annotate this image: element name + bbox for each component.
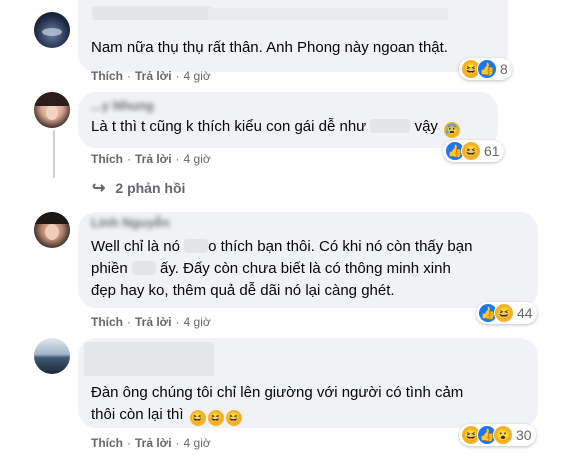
reaction-summary[interactable]: 👍 😆 61 bbox=[443, 140, 504, 162]
reply-arrow-icon: ↪ bbox=[92, 180, 106, 197]
comment-text-part: ấy. Đấy còn chưa biết là có thông minh x… bbox=[160, 260, 451, 277]
timestamp[interactable]: 4 giờ bbox=[184, 152, 211, 166]
laughing-emoji-icon: 😆 bbox=[207, 410, 224, 426]
avatar[interactable] bbox=[34, 338, 70, 374]
laughing-emoji-icon: 😆 bbox=[189, 410, 206, 426]
comment-text-part: phiền bbox=[91, 260, 128, 277]
avatar[interactable] bbox=[34, 212, 70, 248]
comment-text-part: Là t thì t cũng k thích kiểu con gái dễ … bbox=[91, 118, 367, 135]
timestamp[interactable]: 4 giờ bbox=[184, 436, 211, 450]
comment-bubble: Linh Nguyễn Well chỉ là nó o thích bạn t… bbox=[78, 212, 538, 308]
redacted-word bbox=[184, 239, 209, 253]
comment-text-line: Đàn ông chúng tôi chỉ lên giường với ngư… bbox=[91, 384, 464, 401]
view-replies-link[interactable]: ↪ 2 phản hồi bbox=[92, 178, 185, 198]
haha-icon: 😆 bbox=[461, 141, 481, 161]
comment-actions: Thích · Trả lời · 4 giờ bbox=[91, 152, 211, 166]
laughing-emoji-icon: 😆 bbox=[225, 410, 242, 426]
comment-text-part: thôi còn lại thì bbox=[91, 406, 184, 423]
redacted-name bbox=[84, 342, 214, 376]
thread-line bbox=[53, 176, 83, 178]
like-icon: 👍 bbox=[477, 59, 497, 79]
comment-text-line: thôi còn lại thì 😆 😆 😆 bbox=[91, 404, 242, 426]
like-link[interactable]: Thích bbox=[91, 436, 123, 450]
thread-line bbox=[53, 130, 55, 178]
sad-emoji-icon: 😰 bbox=[444, 122, 461, 138]
like-link[interactable]: Thích bbox=[91, 315, 123, 329]
reply-link[interactable]: Trả lời bbox=[135, 315, 172, 329]
timestamp[interactable]: 4 giờ bbox=[184, 315, 211, 329]
like-link[interactable]: Thích bbox=[91, 69, 123, 83]
comment-text: Là t thì t cũng k thích kiểu con gái dễ … bbox=[91, 116, 461, 138]
reaction-count: 30 bbox=[516, 427, 532, 443]
reaction-count: 44 bbox=[517, 305, 533, 321]
comment-text: Nam nữa thụ thụ rất thân. Anh Phong này … bbox=[91, 39, 448, 56]
replies-count: 2 phản hồi bbox=[115, 180, 186, 196]
comment-text-line: Well chỉ là nó o thích bạn thôi. Có khi … bbox=[91, 236, 472, 258]
redacted-name bbox=[92, 6, 212, 20]
comment-text-line: phiền ấy. Đấy còn chưa biết là có thông … bbox=[91, 258, 451, 280]
comment-actions: Thích · Trả lời · 4 giờ bbox=[91, 315, 211, 329]
comment-actions: Thích · Trả lời · 4 giờ bbox=[91, 69, 211, 83]
reaction-summary[interactable]: 😆 👍 😮 30 bbox=[459, 424, 536, 446]
comment-bubble: ...y Nhung Là t thì t cũng k thích kiểu … bbox=[78, 92, 498, 148]
commenter-name[interactable]: ...y Nhung bbox=[91, 98, 154, 113]
timestamp[interactable]: 4 giờ bbox=[184, 69, 211, 83]
avatar[interactable] bbox=[34, 92, 70, 128]
like-link[interactable]: Thích bbox=[91, 152, 123, 166]
comment-bubble: Nam nữa thụ thụ rất thân. Anh Phong này … bbox=[78, 0, 508, 72]
haha-icon: 😆 bbox=[494, 303, 514, 323]
reply-link[interactable]: Trả lời bbox=[135, 152, 172, 166]
commenter-name[interactable]: Linh Nguyễn bbox=[91, 215, 170, 230]
comment-text-part: vậy bbox=[414, 118, 438, 135]
reaction-count: 61 bbox=[484, 143, 500, 159]
reaction-count: 8 bbox=[500, 61, 508, 77]
comment-text-part: Well chỉ là nó bbox=[91, 238, 180, 255]
comment-actions: Thích · Trả lời · 4 giờ bbox=[91, 436, 211, 450]
reaction-summary[interactable]: 👍 😆 44 bbox=[476, 302, 537, 324]
comment-text-line: đẹp hay ko, thêm quả dễ dãi nó lại càng … bbox=[91, 282, 395, 299]
wow-icon: 😮 bbox=[493, 425, 513, 445]
reaction-summary[interactable]: 😆 👍 8 bbox=[459, 58, 512, 80]
comment-text-part: o thích bạn thôi. Có khi nó còn thấy bạn bbox=[208, 238, 473, 255]
comment-bubble: Đàn ông chúng tôi chỉ lên giường với ngư… bbox=[78, 338, 538, 428]
reply-link[interactable]: Trả lời bbox=[135, 69, 172, 83]
avatar[interactable] bbox=[34, 12, 70, 48]
redacted-word bbox=[370, 119, 411, 133]
redacted-word bbox=[131, 261, 156, 275]
reply-link[interactable]: Trả lời bbox=[135, 436, 172, 450]
redacted-name bbox=[208, 8, 448, 20]
